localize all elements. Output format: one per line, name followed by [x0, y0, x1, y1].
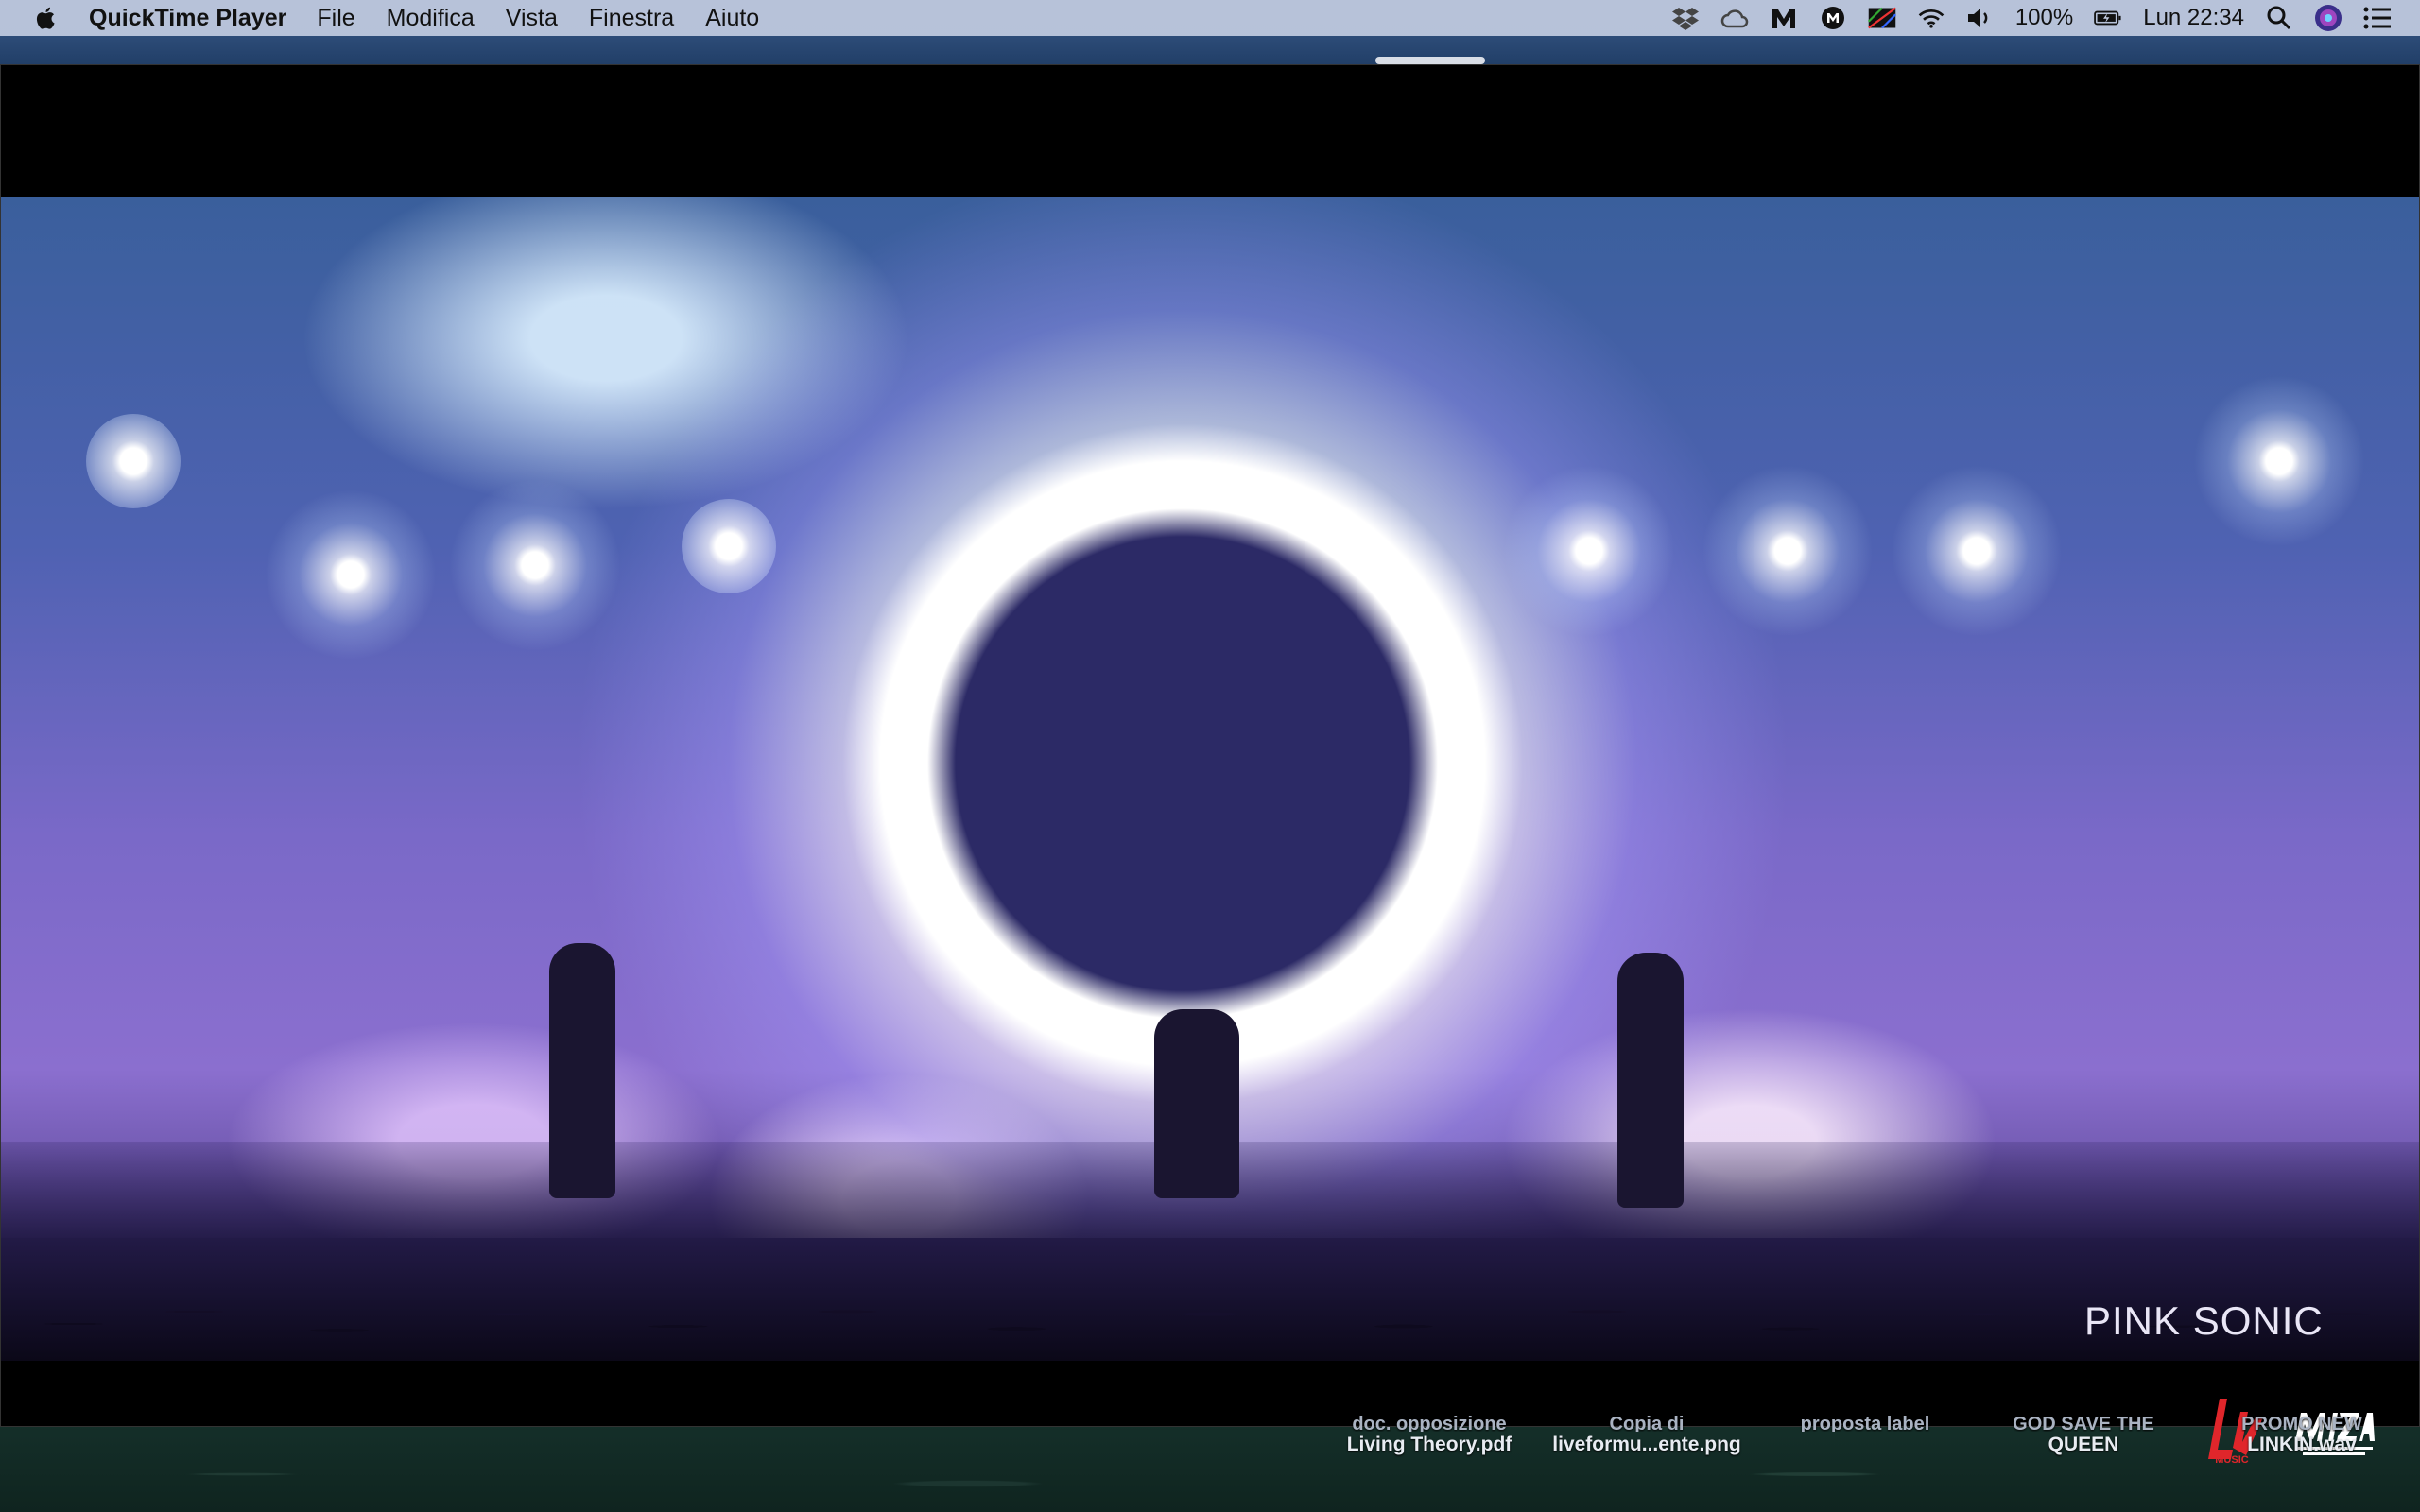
desktop-file-label[interactable]: proposta label [1756, 1415, 1974, 1432]
stage-light [86, 414, 181, 508]
stage-light [1703, 466, 1873, 636]
siri-icon[interactable] [2314, 4, 2342, 32]
spotlight-search-icon[interactable] [2265, 4, 2293, 32]
stage-light [1892, 466, 2062, 636]
menu-aiuto[interactable]: Aiuto [705, 5, 759, 32]
notification-center-icon[interactable] [2363, 4, 2392, 32]
stage-light [2194, 376, 2364, 546]
menu-modifica[interactable]: Modifica [387, 5, 475, 32]
wifi-icon[interactable] [1917, 4, 1945, 32]
menu-finestra[interactable]: Finestra [589, 5, 674, 32]
menu-file[interactable]: File [317, 5, 354, 32]
file-label-line2: Living Theory.pdf [1346, 1434, 1512, 1455]
bassist-right [1617, 953, 1684, 1208]
stage-light [682, 499, 776, 593]
file-label-line2: liveformu...ente.png [1552, 1434, 1741, 1455]
status-area: 100% Lun 22:34 [1671, 4, 2392, 32]
quicktime-player-window[interactable]: PINK SONIC MUSIC [0, 64, 2420, 1465]
stage-light [450, 480, 620, 650]
desktop-file-png[interactable]: Copia di liveformu...ente.png [1538, 1415, 1755, 1458]
stage-light [1504, 466, 1674, 636]
file-label-line1: doc. opposizione [1352, 1415, 1507, 1432]
stage-light [266, 490, 436, 660]
file-label-line2: QUEEN [2048, 1434, 2119, 1455]
malwarebytes-icon[interactable] [1770, 4, 1798, 32]
audience-crowd [1, 1238, 2419, 1361]
creative-cloud-icon[interactable] [1720, 4, 1749, 32]
volume-icon[interactable] [1966, 4, 1995, 32]
menu-vista[interactable]: Vista [506, 5, 558, 32]
apple-menu-icon[interactable] [32, 4, 60, 32]
pink-sonic-watermark: PINK SONIC [2084, 1298, 2324, 1343]
m-circle-icon[interactable] [1819, 4, 1847, 32]
display-icon[interactable] [1867, 4, 1896, 32]
desktop-file-god-save[interactable]: GOD SAVE THE QUEEN [1975, 1415, 2192, 1458]
app-name-menu[interactable]: QuickTime Player [89, 5, 286, 32]
dropbox-icon[interactable] [1671, 4, 1700, 32]
file-label-line2: LINKIN.wav [2247, 1434, 2357, 1455]
file-label-line1: Copia di [1609, 1415, 1685, 1432]
clock[interactable]: Lun 22:34 [2143, 5, 2244, 31]
battery-percent: 100% [2014, 5, 2074, 30]
battery-icon[interactable] [2094, 4, 2122, 32]
guitarist-left [549, 943, 615, 1198]
file-label-line1: PROMO NEW [2241, 1415, 2362, 1432]
desktop-file-wav[interactable]: PROMO NEW LINKIN.wav [2193, 1415, 2411, 1458]
file-label-line1: proposta label [1800, 1415, 1930, 1432]
file-label-line1: GOD SAVE THE [2013, 1415, 2154, 1432]
window-drag-handle[interactable] [1375, 57, 1485, 64]
desktop-file-pdf[interactable]: doc. opposizione Living Theory.pdf [1321, 1415, 1538, 1458]
video-frame[interactable] [1, 197, 2419, 1361]
drummer [1154, 1009, 1239, 1198]
menu-bar: QuickTime Player File Modifica Vista Fin… [0, 0, 2420, 36]
